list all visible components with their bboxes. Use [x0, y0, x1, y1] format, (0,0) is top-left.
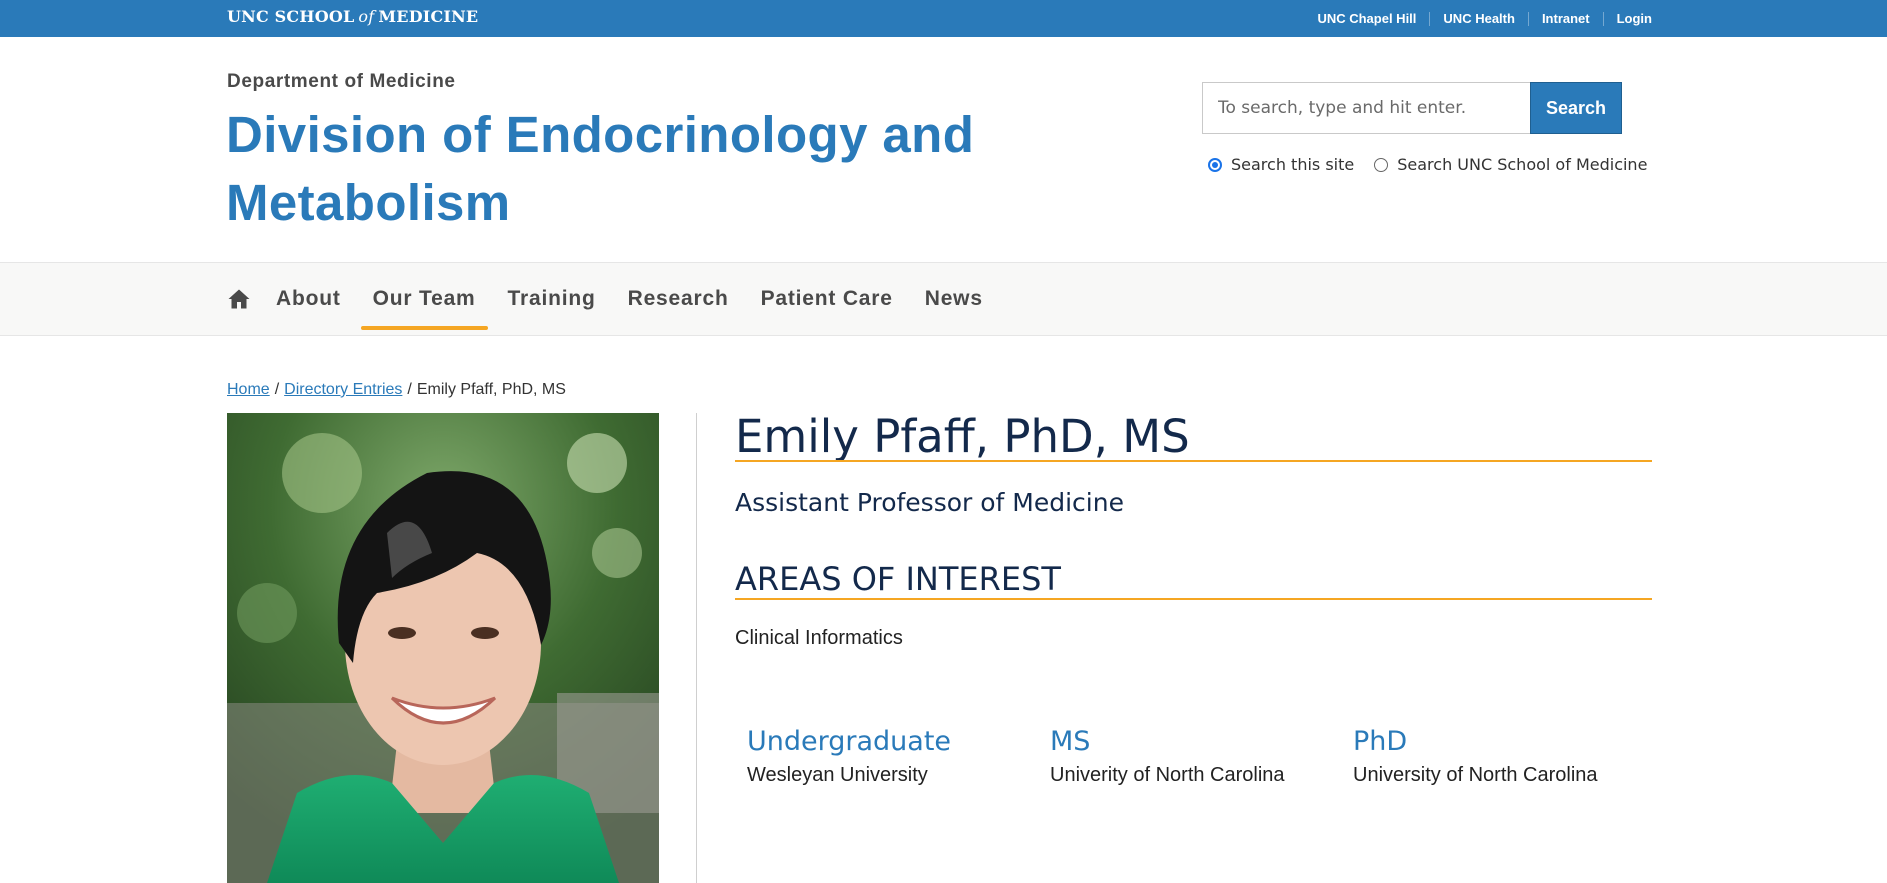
column-divider: [696, 413, 697, 883]
site-title[interactable]: Division of Endocrinology and Metabolism: [226, 101, 986, 237]
department-name[interactable]: Department of Medicine: [227, 71, 456, 93]
education-degree: Undergraduate: [747, 726, 952, 757]
search-scope: Search this site Search UNC School of Me…: [1208, 155, 1667, 174]
utility-bar: UNC SCHOOL of MEDICINE UNC Chapel Hill UNC…: [0, 0, 1887, 37]
name-underline: [735, 460, 1652, 462]
main-nav: About Our Team Training Research Patient…: [0, 262, 1887, 336]
areas-of-interest-heading: AREAS OF INTEREST: [735, 560, 1061, 598]
logo-text-medicine: MEDICINE: [378, 7, 479, 26]
profile-photo: [227, 413, 659, 883]
home-icon[interactable]: [227, 287, 251, 311]
education-degree: MS: [1050, 726, 1091, 757]
radio-search-this-site[interactable]: Search this site: [1208, 155, 1354, 174]
logo-text-school: UNC SCHOOL: [227, 7, 355, 26]
link-intranet[interactable]: Intranet: [1527, 11, 1603, 26]
education-degree: PhD: [1353, 726, 1408, 757]
education-entry: MS Univerity of North Carolina: [1050, 725, 1340, 787]
breadcrumb-separator: /: [407, 381, 412, 398]
utility-links: UNC Chapel Hill UNC Health Intranet Logi…: [1304, 0, 1652, 37]
breadcrumb-separator: /: [274, 381, 280, 398]
nav-item-news[interactable]: News: [909, 263, 999, 335]
breadcrumb-directory-entries[interactable]: Directory Entries: [284, 381, 402, 398]
education-entry: Undergraduate Wesleyan University: [747, 725, 1037, 787]
link-login[interactable]: Login: [1602, 11, 1652, 26]
breadcrumb-home[interactable]: Home: [227, 381, 270, 398]
link-unc-health[interactable]: UNC Health: [1429, 11, 1528, 26]
nav-item-patient-care[interactable]: Patient Care: [745, 263, 909, 335]
education-school: Wesleyan University: [747, 764, 928, 786]
radio-label: Search UNC School of Medicine: [1397, 155, 1648, 174]
breadcrumb: Home / Directory Entries / Emily Pfaff, PhD,…: [227, 381, 566, 399]
search-input[interactable]: [1202, 82, 1530, 134]
radio-search-unc-som[interactable]: Search UNC School of Medicine: [1374, 155, 1647, 174]
nav-item-training[interactable]: Training: [492, 263, 612, 335]
search-button[interactable]: Search: [1530, 82, 1622, 134]
nav-item-about[interactable]: About: [260, 263, 357, 335]
link-unc-chapel-hill[interactable]: UNC Chapel Hill: [1304, 11, 1429, 26]
education-entry: PhD University of North Carolina: [1353, 725, 1643, 787]
area-of-interest-item: Clinical Informatics: [735, 627, 903, 649]
breadcrumb-current: Emily Pfaff, PhD, MS: [416, 381, 566, 398]
areas-underline: [735, 598, 1652, 600]
education-school: Univerity of North Carolina: [1050, 764, 1285, 786]
nav-item-research[interactable]: Research: [612, 263, 745, 335]
unc-som-logo[interactable]: UNC SCHOOL of MEDICINE: [227, 7, 478, 26]
profile-title: Assistant Professor of Medicine: [735, 488, 1124, 517]
profile-name: Emily Pfaff, PhD, MS: [735, 410, 1190, 463]
logo-text-of: of: [358, 7, 375, 26]
nav-item-our-team[interactable]: Our Team: [357, 263, 492, 335]
radio-unselected-icon[interactable]: [1374, 157, 1389, 172]
radio-selected-icon[interactable]: [1208, 157, 1222, 172]
education-school: University of North Carolina: [1353, 764, 1598, 786]
radio-label: Search this site: [1231, 155, 1355, 174]
